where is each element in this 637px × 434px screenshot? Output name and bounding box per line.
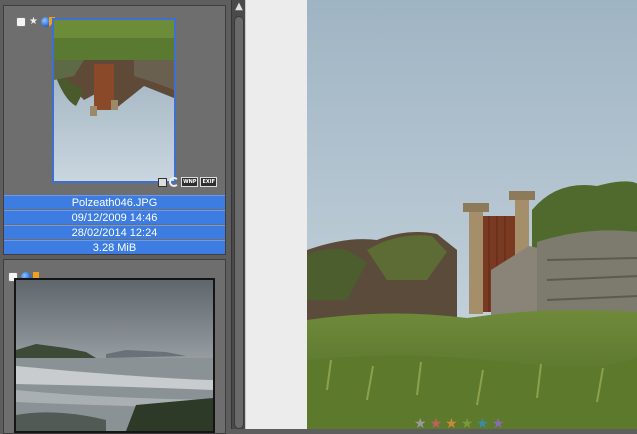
select-checkbox[interactable]	[16, 17, 26, 27]
thumb-overlay-icons: WNP EXIF	[158, 177, 217, 187]
thumbnail-image[interactable]	[52, 18, 176, 183]
rotate-icon[interactable]	[169, 177, 180, 187]
thumb-file-size: 3.28 MiB	[4, 240, 225, 254]
thumb-date-modified: 28/02/2014 12:24	[4, 225, 225, 239]
scroll-up-icon[interactable]: ▲	[233, 2, 245, 12]
resize-icon[interactable]	[158, 177, 168, 187]
thumbnail-photo-seascape	[16, 280, 213, 431]
image-viewer: ★ ★ ★ ★ ★ ★	[245, 0, 637, 431]
preview-image[interactable]	[307, 0, 637, 429]
star-icon[interactable]: ★	[29, 17, 38, 27]
thumbnail-strip: ★ WNP EXIF Polzeath046.JPG 09/12/2009 14…	[0, 0, 231, 434]
thumbnail-card[interactable]	[3, 259, 226, 434]
wnp-icon: WNP	[181, 177, 199, 187]
thumbnail-image[interactable]	[14, 278, 215, 433]
thumb-badges: ★	[16, 17, 55, 27]
scrollbar-thumb[interactable]	[234, 16, 244, 429]
thumb-filename: Polzeath046.JPG	[4, 195, 225, 209]
thumbnail-scrollbar[interactable]: ▲	[231, 0, 245, 429]
thumbnail-card-selected[interactable]: ★ WNP EXIF Polzeath046.JPG 09/12/2009 14…	[3, 5, 226, 255]
preview-photo-gate	[307, 0, 637, 429]
exif-icon: EXIF	[200, 177, 217, 187]
thumbnail-photo-gate-upside-down	[54, 20, 174, 181]
thumb-date-taken: 09/12/2009 14:46	[4, 210, 225, 224]
